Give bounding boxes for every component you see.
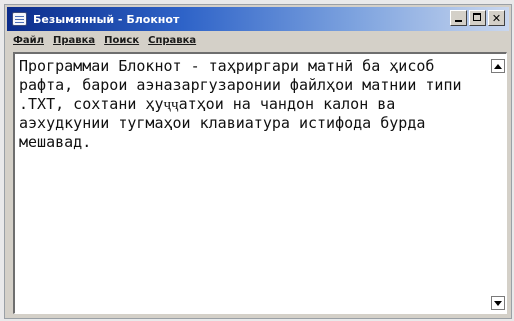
scroll-down-arrow-icon (494, 300, 502, 306)
document-text[interactable]: Программаи Блокнот - таҳриргари матнӣ ба… (19, 57, 489, 152)
window-title: Безымянный - Блокнот (33, 12, 180, 26)
scroll-up-arrow-icon (494, 63, 502, 69)
scroll-up-button[interactable] (491, 59, 505, 73)
close-button[interactable]: ✕ (488, 10, 505, 26)
close-icon: ✕ (491, 11, 502, 25)
notepad-window: Безымянный - Блокнот ✕ Файл Правка Поиск… (4, 4, 512, 319)
menu-edit[interactable]: Правка (53, 35, 95, 46)
menu-help[interactable]: Справка (148, 35, 196, 46)
notepad-app-icon[interactable] (12, 12, 27, 26)
maximize-button[interactable] (469, 10, 486, 26)
title-bar[interactable]: Безымянный - Блокнот ✕ (7, 7, 509, 31)
scroll-down-button[interactable] (491, 296, 505, 310)
menu-file[interactable]: Файл (13, 35, 44, 46)
minimize-button[interactable] (450, 10, 467, 26)
menu-bar: Файл Правка Поиск Справка (7, 32, 509, 49)
menu-search[interactable]: Поиск (104, 35, 139, 46)
vertical-scrollbar[interactable] (490, 54, 506, 313)
text-editor[interactable]: Программаи Блокнот - таҳриргари матнӣ ба… (13, 52, 507, 314)
window-controls: ✕ (450, 10, 505, 26)
